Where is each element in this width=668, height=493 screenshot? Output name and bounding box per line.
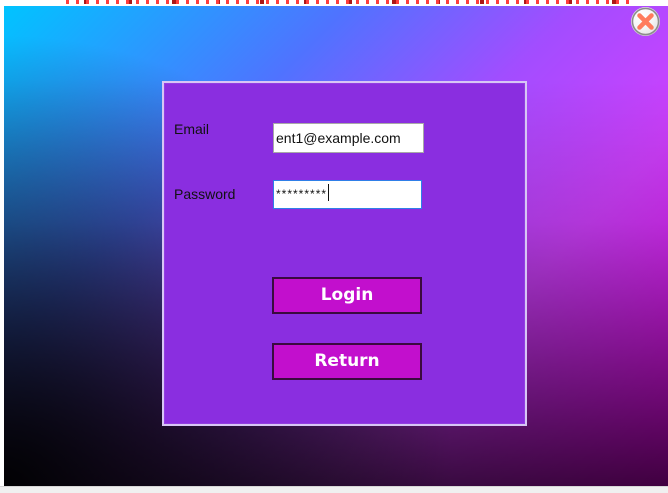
login-button[interactable]: Login [272,277,422,314]
password-input[interactable]: ********* [273,180,422,209]
login-window: Email ent1@example.com Password ********… [0,0,668,493]
password-value: ********* [276,187,328,201]
return-button[interactable]: Return [272,343,422,380]
email-label: Email [174,121,210,137]
top-strip-texture [66,0,636,4]
bottom-edge [0,486,668,493]
login-panel: Email ent1@example.com Password ********… [162,81,527,426]
close-button[interactable] [631,7,660,36]
password-label: Password [174,186,236,202]
text-caret [328,184,330,201]
email-input[interactable]: ent1@example.com [273,123,424,153]
close-icon [631,7,660,36]
